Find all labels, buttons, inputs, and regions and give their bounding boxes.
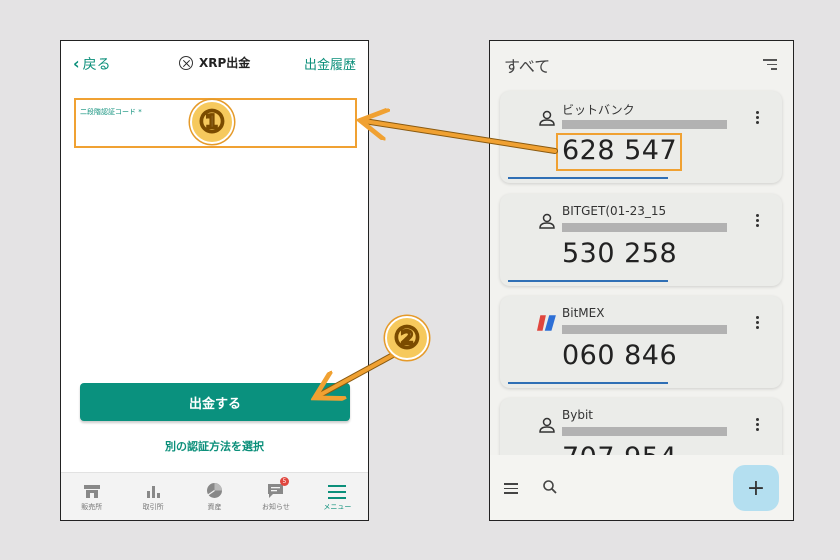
bar-chart-icon	[143, 481, 163, 499]
otp-timer-bar	[508, 177, 668, 179]
message-icon: 5	[266, 477, 289, 499]
redacted-account-id	[562, 325, 727, 334]
header: ‹ 戻る XRP出金 出金履歴	[61, 41, 368, 85]
menu-icon[interactable]	[504, 483, 518, 494]
redacted-account-id	[562, 223, 727, 232]
account-name: ビットバンク	[562, 103, 635, 117]
step-one-badge: ①	[190, 100, 234, 144]
nav-label: 取引所	[142, 503, 164, 511]
redacted-account-id	[562, 427, 727, 436]
nav-label: 資産	[207, 503, 222, 511]
back-button[interactable]: ‹ 戻る	[73, 54, 111, 74]
authenticator-screen: すべて ビットバンク 628 547 BITGET(01-23_15 530 2…	[489, 40, 794, 521]
hamburger-icon	[327, 481, 347, 499]
person-icon	[539, 213, 555, 229]
pie-chart-icon	[205, 481, 225, 499]
nav-label: メニュー	[323, 503, 352, 511]
withdraw-history-link[interactable]: 出金履歴	[304, 54, 356, 73]
sort-icon[interactable]	[763, 59, 777, 70]
more-options-icon[interactable]	[756, 418, 760, 432]
nav-item-assets[interactable]: 資産	[184, 473, 245, 520]
title-text: XRP出金	[199, 56, 251, 70]
account-name: BITGET(01-23_15	[562, 204, 667, 218]
search-icon[interactable]	[542, 479, 558, 495]
nav-label: お知らせ	[261, 503, 290, 511]
account-card[interactable]: ビットバンク 628 547	[500, 91, 782, 183]
more-options-icon[interactable]	[756, 214, 760, 228]
person-icon	[539, 110, 555, 126]
chevron-left-icon: ‹	[73, 54, 80, 73]
two-factor-code-label: 二段階認証コード *	[80, 108, 142, 116]
otp-code[interactable]: 060 846	[562, 342, 677, 369]
otp-timer-bar	[508, 280, 668, 282]
otp-timer-bar	[508, 382, 668, 384]
nav-item-exchange[interactable]: 取引所	[122, 473, 183, 520]
otp-highlight-box	[556, 133, 682, 171]
redacted-account-id	[562, 120, 727, 129]
more-options-icon[interactable]	[756, 111, 760, 125]
add-account-button[interactable]: +	[733, 465, 779, 511]
nav-item-menu[interactable]: メニュー	[307, 473, 368, 520]
alt-auth-method-link[interactable]: 別の認証方法を選択	[61, 438, 368, 454]
account-card[interactable]: BitMEX 060 846	[500, 296, 782, 388]
authenticator-bottom-bar: +	[490, 455, 793, 520]
bottom-nav: 販売所 取引所 資産 5 お知らせ メニュー	[61, 472, 368, 520]
bitmex-logo-icon	[537, 315, 556, 331]
withdraw-button[interactable]: 出金する	[80, 383, 350, 421]
more-options-icon[interactable]	[756, 316, 760, 330]
nav-item-shop[interactable]: 販売所	[61, 473, 122, 520]
nav-label: 販売所	[81, 503, 103, 511]
account-name: Bybit	[562, 408, 593, 422]
page-title: XRP出金	[179, 54, 250, 71]
authenticator-header-title: すべて	[504, 57, 551, 76]
nav-item-notifications[interactable]: 5 お知らせ	[245, 473, 306, 520]
shop-icon	[82, 481, 102, 499]
notification-badge: 5	[279, 477, 289, 486]
person-icon	[539, 417, 555, 433]
step-two-badge: ②	[385, 316, 429, 360]
account-name: BitMEX	[562, 306, 605, 320]
account-card[interactable]: BITGET(01-23_15 530 258	[500, 194, 782, 286]
back-label: 戻る	[82, 57, 111, 73]
xrp-icon	[179, 55, 193, 70]
otp-code[interactable]: 530 258	[562, 240, 677, 267]
